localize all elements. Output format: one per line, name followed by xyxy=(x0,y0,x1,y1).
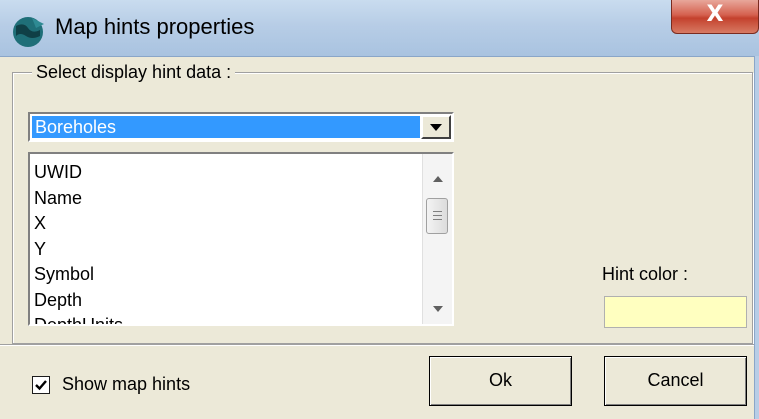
separator xyxy=(0,344,754,346)
cancel-button[interactable]: Cancel xyxy=(604,356,747,406)
dialog-title: Map hints properties xyxy=(55,14,255,39)
list-item[interactable]: DepthUnits xyxy=(34,313,123,324)
scroll-up-icon[interactable] xyxy=(433,176,443,182)
window-frame xyxy=(754,56,759,419)
close-button[interactable]: X xyxy=(671,0,759,34)
globe-icon xyxy=(13,17,44,47)
show-map-hints-checkbox[interactable] xyxy=(32,376,50,394)
fields-scrollbar[interactable] xyxy=(422,154,452,324)
fields-listbox[interactable]: UWID Name X Y Symbol Depth DepthUnits xyxy=(28,152,454,326)
checkmark-icon xyxy=(35,380,47,391)
list-item[interactable]: X xyxy=(34,211,123,237)
hint-color-label: Hint color : xyxy=(602,264,689,284)
hint-data-select-value: Boreholes xyxy=(31,115,421,139)
hint-color-swatch[interactable] xyxy=(604,296,747,328)
hint-data-select[interactable]: Boreholes xyxy=(28,112,454,142)
list-item[interactable]: Name xyxy=(34,186,123,212)
fields-list: UWID Name X Y Symbol Depth DepthUnits xyxy=(34,160,123,324)
scroll-thumb[interactable] xyxy=(426,198,448,234)
list-item[interactable]: Depth xyxy=(34,288,123,314)
scroll-down-icon[interactable] xyxy=(433,306,443,312)
title-bar[interactable]: Map hints properties X xyxy=(0,0,759,57)
ok-button[interactable]: Ok xyxy=(429,356,572,406)
show-map-hints-label[interactable]: Show map hints xyxy=(62,374,190,395)
list-item[interactable]: UWID xyxy=(34,160,123,186)
map-hints-dialog: Map hints properties X Select display hi… xyxy=(0,0,759,419)
list-item[interactable]: Symbol xyxy=(34,262,123,288)
list-item[interactable]: Y xyxy=(34,237,123,263)
chevron-down-icon[interactable] xyxy=(421,115,451,139)
group-legend: Select display hint data : xyxy=(32,62,236,83)
close-icon: X xyxy=(706,2,724,27)
